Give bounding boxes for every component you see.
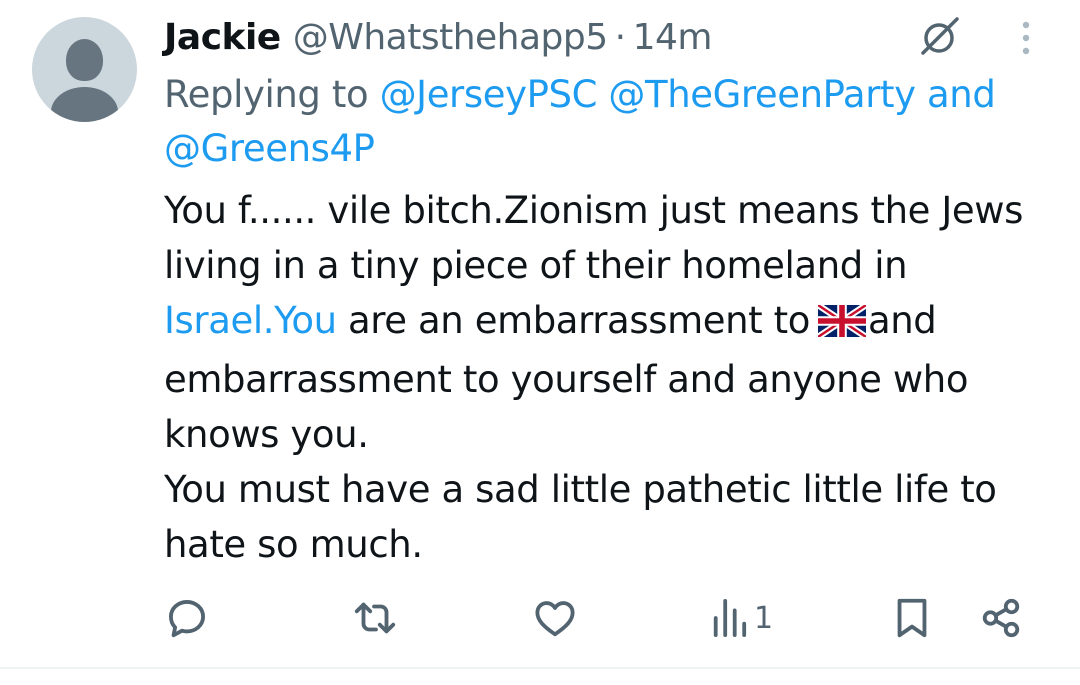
separator-dot: ·	[614, 16, 626, 58]
share-button[interactable]	[978, 590, 1024, 646]
divider	[0, 667, 1080, 669]
more-options-icon[interactable]	[1012, 16, 1040, 60]
tweet-paragraph-2: You must have a sad little pathetic litt…	[164, 468, 997, 566]
heart-icon	[535, 601, 575, 637]
tweet-text: You f...... vile bitch.Zionism just mean…	[164, 183, 1069, 572]
mention-jerseypsc[interactable]: @JerseyPSC	[380, 73, 598, 116]
retweet-icon	[354, 602, 396, 634]
avatar-head-shape	[66, 39, 103, 81]
tweet-actions: 1	[0, 590, 1080, 646]
tweet-line-1: You f...... vile bitch.Zionism just mean…	[164, 189, 1024, 287]
tweet-paragraph-1: You f...... vile bitch.Zionism just mean…	[164, 183, 1069, 462]
views-button[interactable]: 1	[710, 590, 773, 646]
bookmark-icon	[897, 598, 927, 638]
hashtag-link[interactable]: Israel.You	[164, 299, 337, 342]
avatar[interactable]	[32, 17, 137, 122]
share-icon	[982, 598, 1020, 638]
reply-icon	[168, 599, 206, 638]
reply-button[interactable]	[164, 590, 210, 646]
bookmark-button[interactable]	[889, 590, 935, 646]
author-handle[interactable]: @Whatsthehapp5	[293, 17, 608, 58]
views-icon	[713, 599, 747, 637]
uk-flag-emoji	[816, 297, 868, 352]
mention-greens4p[interactable]: @Greens4P	[164, 127, 375, 170]
avatar-body-shape	[51, 87, 118, 122]
timestamp[interactable]: 14m	[633, 17, 713, 58]
mention-thegreenparty[interactable]: @TheGreenParty	[608, 73, 916, 116]
views-count: 1	[754, 600, 774, 636]
like-button[interactable]	[532, 590, 578, 646]
tweet-text-after-link: are an embarrassment to	[348, 299, 810, 342]
replying-to-label: Replying to	[164, 73, 369, 116]
replying-to: Replying to @JerseyPSC @TheGreenParty an…	[164, 68, 1064, 176]
mention-conjunction: and	[927, 73, 996, 116]
retweet-button[interactable]	[352, 590, 398, 646]
author-name[interactable]: Jackie	[164, 17, 281, 58]
tweet-header: Jackie @Whatsthehapp5 · 14m	[164, 14, 713, 60]
grok-icon[interactable]	[915, 14, 965, 60]
